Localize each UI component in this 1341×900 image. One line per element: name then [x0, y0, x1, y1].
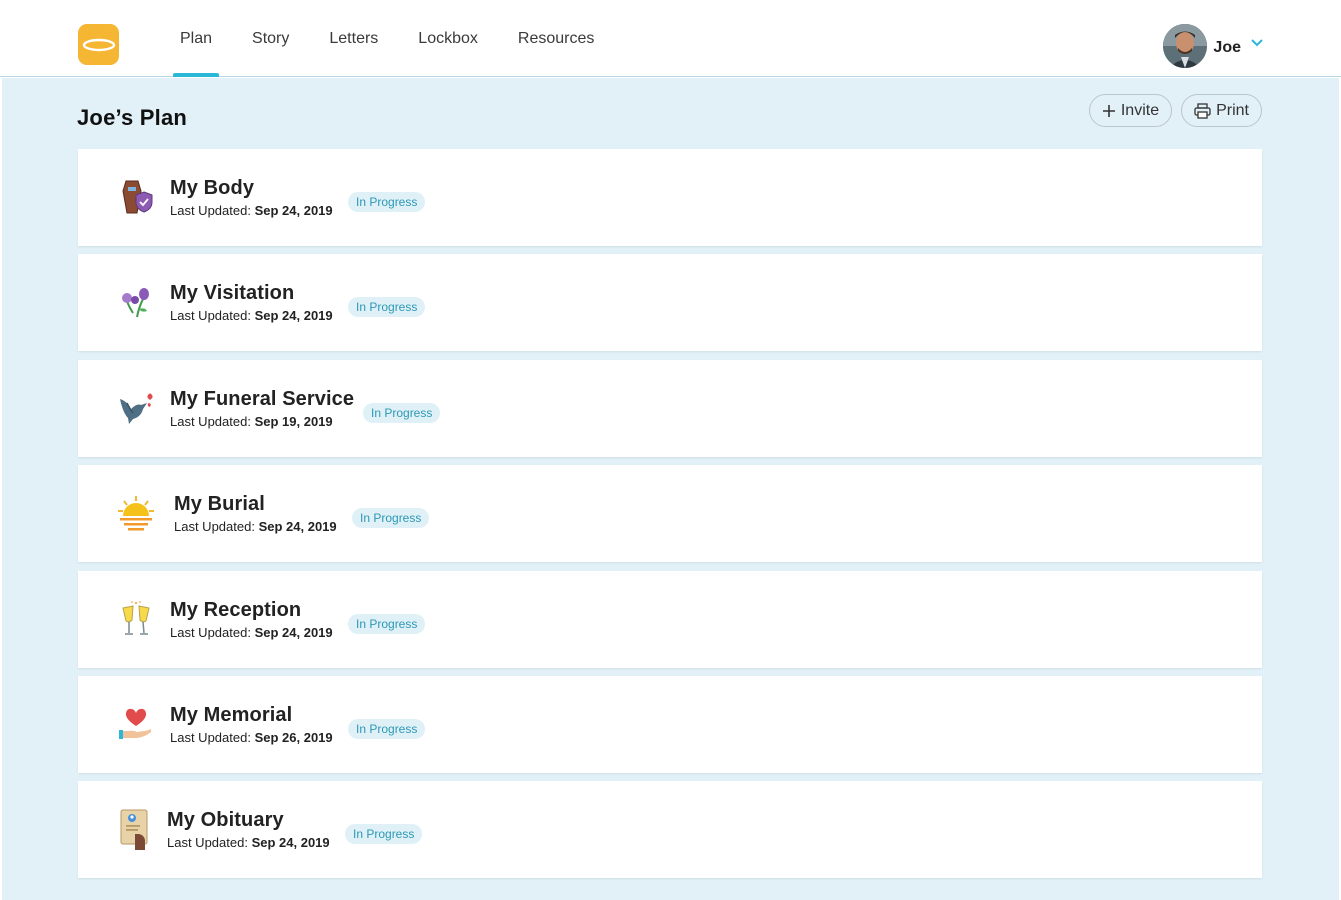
nav-tab-resources[interactable]: Resources	[503, 0, 609, 77]
section-title: My Reception	[170, 598, 302, 621]
plan-section-reception[interactable]: My Reception Last Updated: Sep 24, 2019 …	[78, 570, 1262, 668]
user-name: Joe	[1213, 39, 1241, 56]
flowers-icon	[116, 282, 156, 322]
obituary-scroll-icon	[116, 809, 156, 851]
plan-section-memorial[interactable]: My Memorial Last Updated: Sep 26, 2019 I…	[78, 675, 1262, 773]
status-badge: In Progress	[348, 718, 426, 739]
print-button[interactable]: Print	[1181, 94, 1262, 127]
plan-sections-list: My Body Last Updated: Sep 24, 2019 In Pr…	[78, 149, 1262, 887]
section-text: My Body Last Updated: Sep 24, 2019	[170, 177, 333, 218]
section-text: My Obituary Last Updated: Sep 24, 2019	[167, 809, 330, 850]
last-updated: Last Updated: Sep 26, 2019	[170, 729, 333, 745]
status-badge: In Progress	[348, 613, 426, 634]
page-title: Joe’s Plan	[77, 105, 188, 130]
plan-section-visitation[interactable]: My Visitation Last Updated: Sep 24, 2019…	[78, 254, 1262, 352]
user-menu[interactable]: Joe	[1163, 24, 1263, 68]
nav-tab-story[interactable]: Story	[237, 0, 304, 77]
last-updated: Last Updated: Sep 24, 2019	[170, 308, 333, 324]
section-text: My Visitation Last Updated: Sep 24, 2019	[170, 282, 333, 323]
last-updated: Last Updated: Sep 24, 2019	[170, 624, 333, 640]
champagne-icon	[116, 599, 156, 639]
section-text: My Memorial Last Updated: Sep 26, 2019	[170, 704, 333, 745]
plan-section-burial[interactable]: My Burial Last Updated: Sep 24, 2019 In …	[78, 465, 1262, 563]
section-title: My Burial	[174, 493, 265, 516]
top-navigation-bar: Plan Story Letters Lockbox Resources Joe	[0, 0, 1341, 77]
page-actions: Invite Print	[1080, 94, 1262, 127]
sunset-icon	[116, 493, 156, 533]
plus-icon	[1102, 104, 1116, 118]
nav-tab-lockbox[interactable]: Lockbox	[403, 0, 493, 77]
section-title: My Memorial	[170, 703, 293, 726]
status-badge: In Progress	[363, 402, 441, 423]
avatar	[1163, 24, 1208, 68]
status-badge: In Progress	[348, 192, 426, 212]
heart-hand-icon	[116, 704, 156, 744]
status-badge: In Progress	[345, 824, 423, 845]
section-title: My Visitation	[170, 282, 295, 305]
plan-section-obituary[interactable]: My Obituary Last Updated: Sep 24, 2019 I…	[78, 781, 1262, 879]
section-text: My Reception Last Updated: Sep 24, 2019	[170, 599, 333, 640]
section-text: My Burial Last Updated: Sep 24, 2019	[174, 493, 337, 534]
invite-button[interactable]: Invite	[1088, 94, 1173, 127]
section-text: My Funeral Service Last Updated: Sep 19,…	[170, 388, 354, 429]
halo-logo-icon[interactable]	[78, 24, 119, 65]
nav-tab-plan[interactable]: Plan	[165, 0, 227, 77]
chevron-down-icon[interactable]	[1251, 34, 1263, 52]
status-badge: In Progress	[352, 508, 430, 529]
casket-icon	[116, 177, 156, 217]
section-title: My Obituary	[167, 809, 284, 832]
status-badge: In Progress	[348, 297, 426, 318]
last-updated: Last Updated: Sep 24, 2019	[170, 203, 333, 218]
main-nav: Plan Story Letters Lockbox Resources	[165, 0, 619, 77]
section-title: My Funeral Service	[170, 387, 355, 410]
plan-section-body[interactable]: My Body Last Updated: Sep 24, 2019 In Pr…	[78, 149, 1262, 246]
last-updated: Last Updated: Sep 19, 2019	[170, 413, 333, 429]
nav-tab-letters[interactable]: Letters	[314, 0, 393, 77]
printer-icon	[1194, 102, 1211, 119]
last-updated: Last Updated: Sep 24, 2019	[167, 835, 330, 851]
plan-section-funeral-service[interactable]: My Funeral Service Last Updated: Sep 19,…	[78, 359, 1262, 457]
dove-icon	[116, 388, 156, 428]
plan-content: Joe’s Plan Invite Print My Body Last Upd…	[2, 78, 1339, 900]
last-updated: Last Updated: Sep 24, 2019	[174, 519, 337, 535]
section-title: My Body	[170, 177, 255, 199]
